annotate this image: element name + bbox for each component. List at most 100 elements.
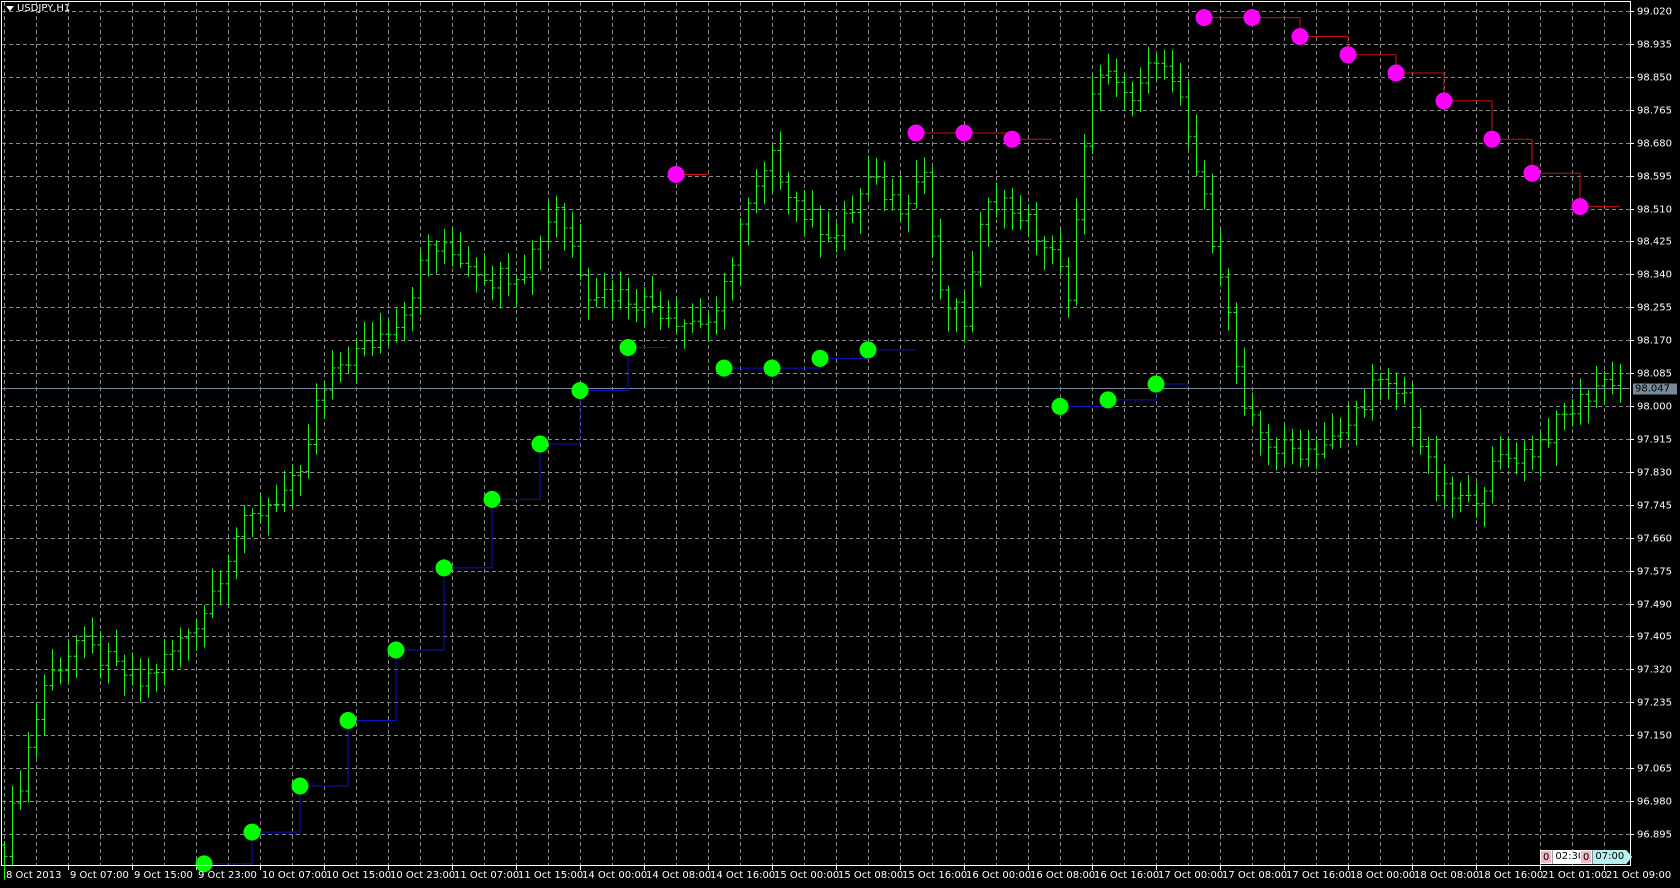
price-bar xyxy=(1081,134,1088,235)
price-tick-label: 98.085 xyxy=(1637,368,1672,379)
support-dot xyxy=(811,349,829,367)
time-tick-label: 16 Oct 16:00 xyxy=(1094,870,1160,881)
resistance-dot xyxy=(955,124,973,142)
time-tick-label: 15 Oct 16:00 xyxy=(902,870,968,881)
time-tick-label: 17 Oct 00:00 xyxy=(1158,870,1224,881)
price-bar xyxy=(33,702,40,758)
price-bar xyxy=(585,267,592,320)
resistance-line xyxy=(916,132,1052,140)
price-bar xyxy=(1065,257,1072,318)
price-bar xyxy=(753,168,760,214)
price-bar xyxy=(1401,376,1408,405)
price-bar xyxy=(81,626,88,659)
price-tick-label: 97.660 xyxy=(1637,533,1672,544)
price-bar xyxy=(385,318,392,347)
price-bar xyxy=(985,197,992,247)
price-bar xyxy=(217,570,224,605)
price-tick-label: 97.405 xyxy=(1637,631,1672,642)
price-bar xyxy=(1281,424,1288,465)
price-bar xyxy=(673,297,680,333)
price-bar xyxy=(1257,410,1264,456)
grid xyxy=(2,2,1634,870)
price-bar xyxy=(817,205,824,258)
price-chart[interactable] xyxy=(0,0,1680,888)
support-dot xyxy=(291,777,309,795)
price-tick-label: 98.170 xyxy=(1637,335,1672,346)
price-bar xyxy=(1297,429,1304,468)
price-bar xyxy=(1289,428,1296,465)
price-bar xyxy=(793,191,800,222)
price-bar xyxy=(313,383,320,455)
price-bar xyxy=(97,631,104,679)
price-bar xyxy=(1489,446,1496,504)
time-tick-label: 17 Oct 16:00 xyxy=(1286,870,1352,881)
price-bar xyxy=(1409,382,1416,445)
price-bar xyxy=(1249,392,1256,427)
price-bar xyxy=(153,664,160,692)
support-dot xyxy=(859,341,877,359)
price-bar xyxy=(961,291,968,343)
time-tick-label: 15 Oct 00:00 xyxy=(774,870,840,881)
support-dot xyxy=(619,339,637,357)
price-bar xyxy=(409,286,416,332)
support-dot xyxy=(1099,391,1117,409)
price-tick-label: 98.595 xyxy=(1637,171,1672,182)
price-bar xyxy=(1617,364,1624,403)
time-tick-label: 18 Oct 00:00 xyxy=(1350,870,1416,881)
support-dot xyxy=(387,641,405,659)
support-line xyxy=(204,347,668,865)
price-bar xyxy=(969,250,976,333)
price-tick-label: 97.915 xyxy=(1637,434,1672,445)
price-bar xyxy=(1377,372,1384,401)
resistance-dot xyxy=(1483,130,1501,148)
price-bar xyxy=(169,639,176,671)
price-bar xyxy=(737,217,744,286)
support-dot xyxy=(1051,397,1069,415)
price-tick-label: 98.340 xyxy=(1637,269,1672,280)
price-tick-label: 98.000 xyxy=(1637,401,1672,412)
resistance-dot xyxy=(1195,9,1213,27)
price-bar xyxy=(1153,53,1160,81)
price-bar xyxy=(1137,67,1144,113)
price-bar xyxy=(953,298,960,333)
time-tick-label: 10 Oct 07:00 xyxy=(262,870,328,881)
price-bar xyxy=(9,785,16,867)
price-bar xyxy=(353,338,360,382)
price-bar xyxy=(745,197,752,246)
price-bar xyxy=(977,211,984,287)
price-bar xyxy=(1057,229,1064,274)
price-bar xyxy=(337,352,344,383)
level-dots xyxy=(195,9,1589,873)
resistance-dot xyxy=(1339,46,1357,64)
price-bar xyxy=(713,296,720,335)
time-tick-label: 18 Oct 08:00 xyxy=(1414,870,1480,881)
support-dot xyxy=(763,359,781,377)
price-bar xyxy=(1225,268,1232,331)
price-bar xyxy=(1569,398,1576,427)
price-bar xyxy=(425,234,432,277)
price-bar xyxy=(441,228,448,265)
chart-title[interactable]: USDJPY,H1 xyxy=(6,3,70,14)
price-bar xyxy=(897,174,904,221)
support-dot xyxy=(435,559,453,577)
time-tick-label: 16 Oct 08:00 xyxy=(1030,870,1096,881)
support-dot xyxy=(243,823,261,841)
price-tick-label: 98.765 xyxy=(1637,105,1672,116)
price-bar xyxy=(617,271,624,310)
price-bar xyxy=(297,465,304,497)
price-bar xyxy=(1313,437,1320,470)
price-bar xyxy=(729,257,736,301)
price-bar xyxy=(1049,235,1056,265)
time-tick-label: 9 Oct 15:00 xyxy=(134,870,193,881)
price-bar xyxy=(73,635,80,678)
dropdown-triangle-icon[interactable] xyxy=(6,6,14,11)
price-bar xyxy=(265,497,272,536)
price-bar xyxy=(361,321,368,357)
resistance-dot xyxy=(907,124,925,142)
support-dot xyxy=(339,712,357,730)
price-bar xyxy=(1361,388,1368,418)
price-bar xyxy=(657,291,664,331)
price-tick-label: 98.510 xyxy=(1637,204,1672,215)
price-bar xyxy=(593,277,600,308)
price-bar xyxy=(945,285,952,332)
